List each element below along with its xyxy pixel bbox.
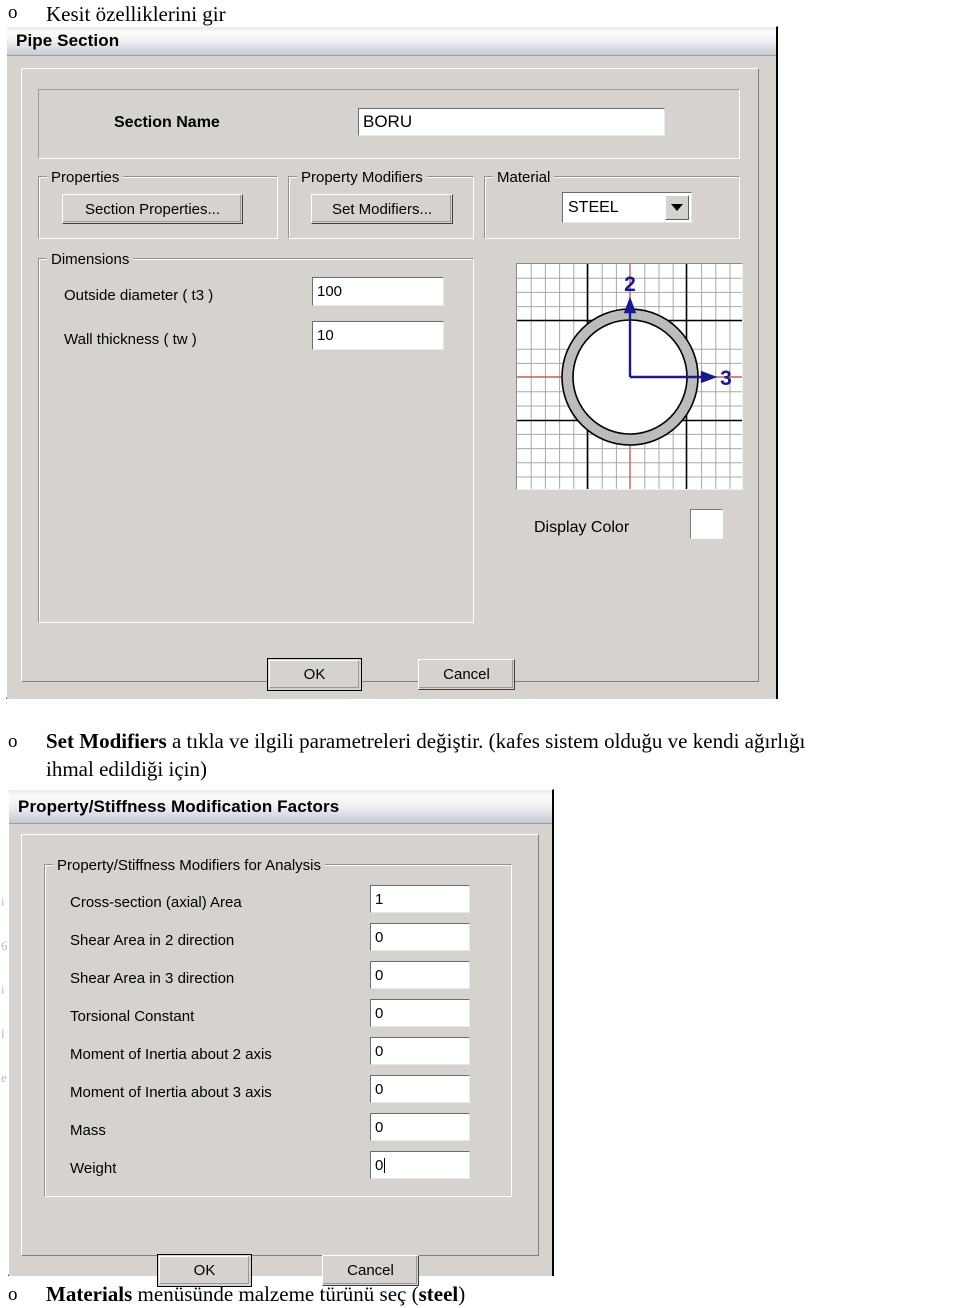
property-modifiers-group-caption: Property Modifiers <box>297 169 427 186</box>
modifier-row-input[interactable]: 0 <box>370 961 470 989</box>
instruction-line-2-cont: ihmal edildiği için) <box>46 757 207 781</box>
dimensions-group-caption: Dimensions <box>47 251 134 268</box>
pipe-section-titlebar[interactable]: Pipe Section <box>7 27 776 56</box>
pipe-ok-button[interactable]: OK <box>267 658 362 691</box>
pipe-client-panel: Section Name BORU Properties Section Pro… <box>21 68 759 682</box>
instruction-line-3-mid: menüsünde malzeme türünü seç ( <box>132 1282 419 1306</box>
modifiers-group-frame <box>44 864 512 1197</box>
modifier-row-value: 0 <box>375 928 384 946</box>
modifier-row-label: Shear Area in 2 direction <box>70 932 235 949</box>
instruction-line-2-rest: a tıkla ve ilgili parametreleri değiştir… <box>166 729 806 753</box>
modifier-row-input[interactable]: 0 <box>370 1075 470 1103</box>
pipe-cross-section-graphic: 2 3 <box>517 264 742 489</box>
chevron-down-icon[interactable] <box>665 195 689 220</box>
axis-2-label: 2 <box>624 273 636 296</box>
modifier-row-value: 0 <box>375 1080 384 1098</box>
modifier-row-input[interactable]: 0 <box>370 1113 470 1141</box>
instruction-line-3-bold-end: steel <box>418 1282 459 1306</box>
modification-factors-dialog: Property/Stiffness Modification Factors … <box>8 789 554 1287</box>
display-color-label: Display Color <box>534 519 630 536</box>
wall-thickness-label: Wall thickness ( tw ) <box>64 331 197 348</box>
modifier-row-label: Torsional Constant <box>70 1008 195 1025</box>
text-caret <box>384 1157 386 1173</box>
dimensions-group-frame <box>38 258 474 623</box>
modifier-row-value: 0 <box>375 1118 384 1136</box>
pipe-section-body: Section Name BORU Properties Section Pro… <box>7 56 776 699</box>
section-properties-button[interactable]: Section Properties... <box>62 194 243 224</box>
modifier-row-value: 0 <box>375 966 384 984</box>
modification-factors-title: Property/Stiffness Modification Factors <box>18 796 340 816</box>
dimensions-group: Dimensions <box>38 251 474 623</box>
modifier-row-input[interactable]: 0 <box>370 999 470 1027</box>
wall-thickness-input[interactable]: 10 <box>312 321 444 350</box>
modifiers-client-panel: Property/Stiffness Modifiers for Analysi… <box>21 834 539 1256</box>
display-color-swatch[interactable] <box>690 509 723 539</box>
bullet-marker-2: o <box>8 731 18 752</box>
modifier-row-input[interactable]: 0 <box>370 923 470 951</box>
pipe-section-dialog: Pipe Section Section Name BORU Propertie… <box>6 26 778 699</box>
modifier-row-input[interactable]: 1 <box>370 885 470 913</box>
bullet-marker-3: o <box>8 1284 18 1305</box>
section-preview: 2 3 <box>516 263 743 490</box>
modifier-row-label: Moment of Inertia about 3 axis <box>70 1084 272 1101</box>
modifier-row-value: 0 <box>375 1004 384 1022</box>
outside-diameter-label: Outside diameter ( t3 ) <box>64 287 214 304</box>
arrow-down-glyph <box>671 204 683 211</box>
instruction-line-3-keyword: Materials <box>46 1282 133 1306</box>
pipe-cancel-button[interactable]: Cancel <box>418 659 515 690</box>
modifier-row-value: 0 <box>375 1156 384 1174</box>
modifier-row-label: Moment of Inertia about 2 axis <box>70 1046 272 1063</box>
set-modifiers-button[interactable]: Set Modifiers... <box>311 194 453 224</box>
bullet-marker-1: o <box>8 2 18 23</box>
outside-diameter-input[interactable]: 100 <box>312 277 444 306</box>
pipe-section-title: Pipe Section <box>16 31 120 50</box>
instruction-line-2-keyword: Set Modifiers <box>46 729 167 753</box>
modifier-row-label: Shear Area in 3 direction <box>70 970 235 987</box>
material-group-caption: Material <box>493 169 555 186</box>
axis-3-label: 3 <box>720 367 732 390</box>
instruction-line-3-suffix: ) <box>458 1282 466 1306</box>
modification-factors-titlebar[interactable]: Property/Stiffness Modification Factors <box>9 790 552 824</box>
properties-group-caption: Properties <box>47 169 124 186</box>
modification-factors-body: Property/Stiffness Modifiers for Analysi… <box>9 824 552 1287</box>
modifier-row-label: Weight <box>70 1160 117 1177</box>
instruction-line-3: Materials menüsünde malzeme türünü seç (… <box>46 1280 465 1308</box>
material-select[interactable]: STEEL <box>562 192 692 223</box>
section-name-label: Section Name <box>114 114 220 131</box>
section-name-input[interactable]: BORU <box>358 108 665 136</box>
modifier-row-value: 1 <box>375 890 384 908</box>
modifier-row-label: Cross-section (axial) Area <box>70 894 242 911</box>
instruction-line-2: Set Modifiers a tıkla ve ilgili parametr… <box>46 727 805 755</box>
material-selected-value: STEEL <box>568 198 619 216</box>
modifier-row-input[interactable]: 0 <box>370 1151 470 1179</box>
modifier-row-input[interactable]: 0 <box>370 1037 470 1065</box>
modifiers-group-caption: Property/Stiffness Modifiers for Analysi… <box>53 857 325 874</box>
instruction-line-1: Kesit özelliklerini gir <box>46 2 226 26</box>
modifier-row-label: Mass <box>70 1122 106 1139</box>
modifier-row-value: 0 <box>375 1042 384 1060</box>
